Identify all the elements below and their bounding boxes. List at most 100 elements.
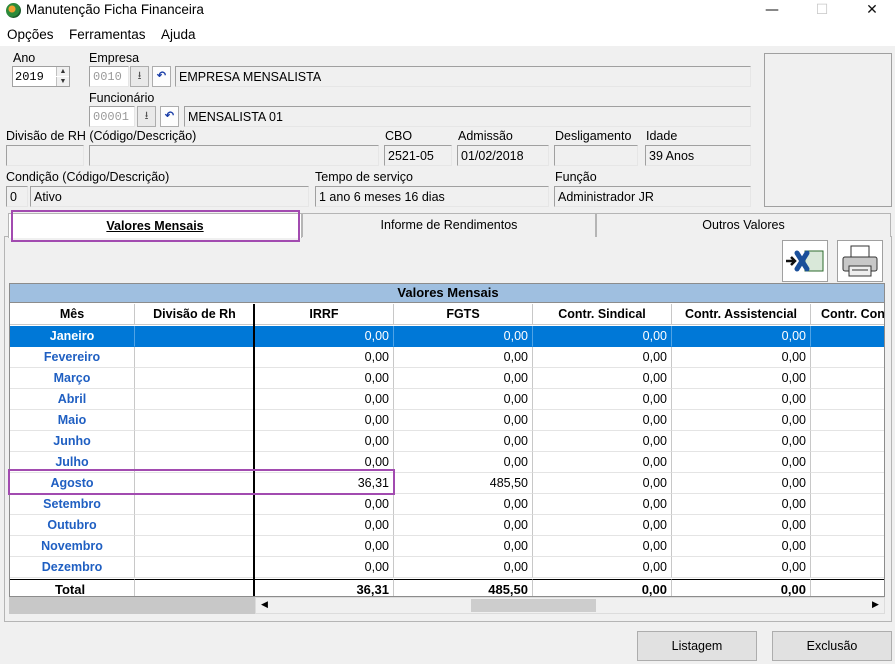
cell-fgts: 0,00 <box>394 389 533 410</box>
cell-irrf: 0,00 <box>255 536 394 557</box>
table-row[interactable]: Dezembro 0,00 0,00 0,00 0,00 <box>10 557 884 578</box>
cell-mes: Maio <box>10 410 135 431</box>
cell-fgts: 0,00 <box>394 431 533 452</box>
cell-sindical: 0,00 <box>533 389 672 410</box>
cell-irrf: 0,00 <box>255 326 394 347</box>
download-icon[interactable]: ⭳ <box>130 66 149 87</box>
idade-field: 39 Anos <box>645 145 751 166</box>
cell-irrf: 0,00 <box>255 368 394 389</box>
cell-confederativa <box>811 389 884 410</box>
listagem-button[interactable]: Listagem <box>637 631 757 661</box>
table-total-row[interactable]: Total 36,31 485,50 0,00 0,00 <box>10 579 884 596</box>
divisao-desc-field <box>89 145 379 166</box>
table-row[interactable]: Novembro 0,00 0,00 0,00 0,00 <box>10 536 884 557</box>
tab-informe-rendimentos[interactable]: Informe de Rendimentos <box>302 213 596 237</box>
horizontal-scrollbar[interactable]: ◀ ▶ <box>255 597 885 614</box>
cell-assistencial: 0,00 <box>672 452 811 473</box>
cell-confederativa <box>811 579 884 596</box>
maximize-button[interactable]: ☐ <box>799 0 845 22</box>
column-header-fgts[interactable]: FGTS <box>394 304 533 325</box>
minimize-button[interactable]: — <box>749 0 795 22</box>
divisao-label: Divisão de RH (Código/Descrição) <box>6 129 197 143</box>
cell-irrf: 0,00 <box>255 410 394 431</box>
cell-assistencial: 0,00 <box>672 579 811 596</box>
funcao-label: Função <box>555 170 597 184</box>
menu-ajuda[interactable]: Ajuda <box>161 27 196 42</box>
menu-ferramentas[interactable]: Ferramentas <box>69 27 146 42</box>
cell-fgts: 0,00 <box>394 557 533 578</box>
employee-photo <box>764 53 892 207</box>
cell-confederativa <box>811 515 884 536</box>
cell-confederativa <box>811 557 884 578</box>
scroll-right-icon[interactable]: ▶ <box>867 598 884 613</box>
cell-sindical: 0,00 <box>533 368 672 389</box>
tempo-field: 1 ano 6 meses 16 dias <box>315 186 549 207</box>
cell-fgts: 0,00 <box>394 452 533 473</box>
tab-highlight <box>11 210 300 242</box>
tab-outros-valores[interactable]: Outros Valores <box>596 213 891 237</box>
cell-fgts: 0,00 <box>394 494 533 515</box>
empresa-code-field[interactable]: 0010 <box>89 66 129 87</box>
undo-icon[interactable]: ↶ <box>152 66 171 87</box>
close-button[interactable]: ✕ <box>849 0 895 22</box>
column-header-sindical[interactable]: Contr. Sindical <box>533 304 672 325</box>
table-row[interactable]: Fevereiro 0,00 0,00 0,00 0,00 <box>10 347 884 368</box>
cell-sindical: 0,00 <box>533 473 672 494</box>
table-row[interactable]: Janeiro 0,00 0,00 0,00 0,00 <box>10 326 884 347</box>
cell-fgts: 0,00 <box>394 368 533 389</box>
column-header-divisao[interactable]: Divisão de Rh <box>135 304 255 325</box>
condicao-desc-field: Ativo <box>30 186 309 207</box>
row-highlight <box>8 469 395 495</box>
desligamento-label: Desligamento <box>555 129 632 143</box>
scroll-left-icon[interactable]: ◀ <box>256 598 273 613</box>
listagem-label: Listagem <box>671 639 723 653</box>
table-row[interactable]: Abril 0,00 0,00 0,00 0,00 <box>10 389 884 410</box>
export-excel-button[interactable] <box>782 240 828 282</box>
column-header-assistencial[interactable]: Contr. Assistencial <box>672 304 811 325</box>
cell-confederativa <box>811 473 884 494</box>
cell-assistencial: 0,00 <box>672 410 811 431</box>
table-row[interactable]: Outubro 0,00 0,00 0,00 0,00 <box>10 515 884 536</box>
scroll-thumb[interactable] <box>471 599 596 612</box>
cell-fgts: 0,00 <box>394 536 533 557</box>
cell-confederativa <box>811 410 884 431</box>
cell-sindical: 0,00 <box>533 494 672 515</box>
funcionario-name-field: MENSALISTA 01 <box>184 106 751 127</box>
cell-assistencial: 0,00 <box>672 326 811 347</box>
ano-spinner[interactable]: 2019 ▲ ▼ <box>12 66 70 87</box>
column-header-mes[interactable]: Mês <box>10 304 135 325</box>
cell-sindical: 0,00 <box>533 557 672 578</box>
funcionario-code-field[interactable]: 00001 <box>89 106 135 127</box>
menu-opcoes[interactable]: Opções <box>7 27 54 42</box>
table-row[interactable]: Junho 0,00 0,00 0,00 0,00 <box>10 431 884 452</box>
cell-confederativa <box>811 431 884 452</box>
monthly-values-grid: Valores Mensais Mês Divisão de Rh IRRF F… <box>9 283 885 597</box>
spin-up-icon[interactable]: ▲ <box>56 67 69 76</box>
cell-divisao <box>135 368 255 389</box>
undo-icon[interactable]: ↶ <box>160 106 179 127</box>
exclusao-label: Exclusão <box>806 639 858 653</box>
exclusao-button[interactable]: Exclusão <box>772 631 892 661</box>
table-row[interactable]: Março 0,00 0,00 0,00 0,00 <box>10 368 884 389</box>
cell-divisao <box>135 389 255 410</box>
scrollbar-filler <box>9 597 255 614</box>
column-divider <box>253 304 255 596</box>
cell-mes: Janeiro <box>10 326 135 347</box>
column-header-confederativa[interactable]: Contr. Con <box>811 304 884 325</box>
empresa-name-field: EMPRESA MENSALISTA <box>175 66 751 87</box>
table-row[interactable]: Setembro 0,00 0,00 0,00 0,00 <box>10 494 884 515</box>
cell-irrf: 0,00 <box>255 515 394 536</box>
cell-mes: Outubro <box>10 515 135 536</box>
cell-fgts: 0,00 <box>394 410 533 431</box>
window-title: Manutenção Ficha Financeira <box>26 2 204 17</box>
table-row[interactable]: Maio 0,00 0,00 0,00 0,00 <box>10 410 884 431</box>
cell-sindical: 0,00 <box>533 536 672 557</box>
spin-down-icon[interactable]: ▼ <box>56 77 69 86</box>
print-button[interactable] <box>837 240 883 282</box>
column-header-irrf[interactable]: IRRF <box>255 304 394 325</box>
download-icon[interactable]: ⭳ <box>137 106 156 127</box>
tab-label: Outros Valores <box>702 218 785 232</box>
cell-sindical: 0,00 <box>533 515 672 536</box>
title-bar: Manutenção Ficha Financeira — ☐ ✕ <box>0 0 895 22</box>
cell-irrf: 0,00 <box>255 494 394 515</box>
